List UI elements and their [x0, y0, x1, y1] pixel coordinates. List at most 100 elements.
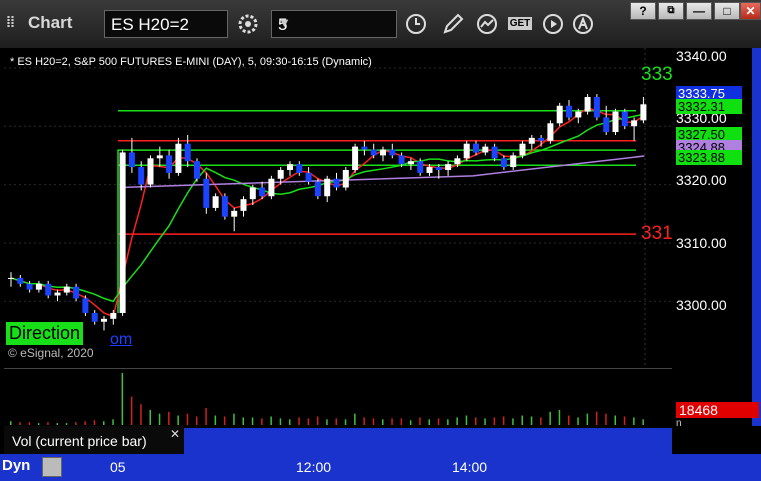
app-title: Chart	[28, 13, 73, 32]
toolbar: ⁞⁞ Chart ES H20=2 5 ▼ GET ? ⧉ — □ ✕	[0, 0, 761, 48]
minimize-button[interactable]: —	[686, 2, 712, 20]
axis-label-3310: 3310.00	[676, 235, 727, 251]
volume-bar	[149, 409, 151, 425]
volume-bar	[307, 418, 310, 425]
symbol-input[interactable]: ES H20=2	[104, 10, 228, 38]
settings-button[interactable]	[233, 10, 263, 38]
candle-body	[277, 169, 284, 179]
volume-bar	[391, 418, 393, 425]
grip-icon[interactable]: ⁞⁞	[6, 14, 15, 31]
candle-body	[175, 143, 182, 173]
candle-body	[584, 97, 591, 112]
close-icon[interactable]: ✕	[170, 427, 180, 441]
volume-bar	[437, 418, 440, 425]
direction-link[interactable]: om	[110, 331, 132, 349]
volume-bar	[447, 419, 449, 425]
candle-body	[398, 155, 405, 165]
candle-body	[119, 152, 126, 313]
candle-body	[35, 283, 42, 290]
volume-canvas	[10, 373, 644, 425]
volume-bar	[316, 416, 319, 425]
candle-body	[528, 137, 535, 144]
volume-value-tag: 18468	[676, 402, 759, 418]
volume-bar	[614, 415, 616, 425]
price-tag-a: 3332.31	[676, 99, 742, 114]
volume-bar	[112, 419, 114, 425]
chevron-down-icon: ▼	[278, 15, 291, 30]
candle-body	[426, 167, 433, 173]
axis-label-3300: 3300.00	[676, 297, 727, 313]
candle-body	[407, 161, 414, 165]
volume-bar	[130, 396, 133, 425]
volume-bar	[65, 423, 68, 425]
gear-icon	[238, 14, 258, 34]
candle-body	[454, 158, 461, 165]
volume-bar	[75, 422, 77, 425]
level-label-top: 333	[641, 64, 673, 85]
volume-study-title: Vol (current price bar)	[12, 433, 147, 449]
volume-bar	[456, 417, 458, 425]
time-label-1200: 12:00	[296, 459, 332, 475]
get-icon: GET	[507, 17, 533, 30]
volume-bar	[409, 420, 412, 425]
candle-body	[473, 143, 479, 153]
volume-bar	[270, 416, 272, 425]
volume-bar	[177, 415, 179, 425]
candle-body	[45, 283, 52, 296]
candle-body	[500, 158, 507, 168]
volume-bar	[428, 419, 430, 425]
candle-body	[519, 143, 526, 156]
draw-button[interactable]	[438, 10, 468, 38]
volume-bar	[103, 421, 105, 425]
candle-body	[73, 286, 80, 299]
volume-bar	[214, 415, 217, 425]
ma-green-line	[10, 113, 644, 303]
candle-body	[259, 187, 266, 197]
candle-body	[389, 149, 396, 156]
volume-bar	[140, 404, 142, 425]
volume-bar	[642, 419, 644, 425]
axis-label-3340: 3340.00	[676, 48, 727, 64]
volume-bar	[326, 419, 328, 425]
volume-bar	[19, 422, 21, 425]
volume-bar	[261, 418, 263, 425]
volume-bar	[512, 418, 514, 425]
volume-bar	[84, 421, 86, 425]
level-label-bottom: 331	[641, 223, 673, 244]
candle-body	[380, 149, 386, 156]
maximize-button[interactable]: □	[714, 2, 740, 20]
volume-study-label[interactable]: Vol (current price bar)	[4, 426, 184, 454]
restore-button[interactable]: ⧉	[658, 2, 684, 20]
alert-button[interactable]	[568, 10, 598, 38]
candle-body	[17, 277, 24, 284]
volume-bar	[233, 413, 235, 425]
candle-body	[8, 277, 14, 279]
volume-bar	[242, 417, 244, 425]
axis-label-3320: 3320.00	[676, 172, 727, 188]
volume-bar	[558, 409, 561, 425]
studies-button[interactable]	[472, 10, 502, 38]
volume-bar	[419, 417, 421, 425]
chart-canvas	[4, 48, 672, 366]
help-button[interactable]: ?	[630, 2, 656, 20]
candle-body	[631, 120, 638, 127]
time-button[interactable]	[401, 10, 431, 38]
volume-bar	[475, 417, 477, 425]
dynamic-settings-icon[interactable]	[42, 457, 62, 477]
interval-dropdown[interactable]: 5 ▼	[271, 10, 397, 38]
volume-bar	[633, 417, 635, 425]
candle-body	[249, 187, 256, 200]
get-button[interactable]: GET	[505, 10, 535, 38]
candle-body	[575, 111, 582, 118]
direction-label: Direction	[6, 322, 84, 345]
play-button[interactable]	[538, 10, 568, 38]
candle-body	[417, 161, 424, 173]
price-chart[interactable]	[4, 48, 672, 366]
candle-body	[612, 111, 619, 133]
volume-bar	[521, 415, 523, 425]
volume-panel[interactable]	[4, 368, 672, 427]
volume-bar	[568, 415, 570, 425]
play-icon	[543, 14, 563, 34]
alert-icon	[573, 14, 593, 34]
close-button[interactable]: ✕	[740, 2, 761, 20]
